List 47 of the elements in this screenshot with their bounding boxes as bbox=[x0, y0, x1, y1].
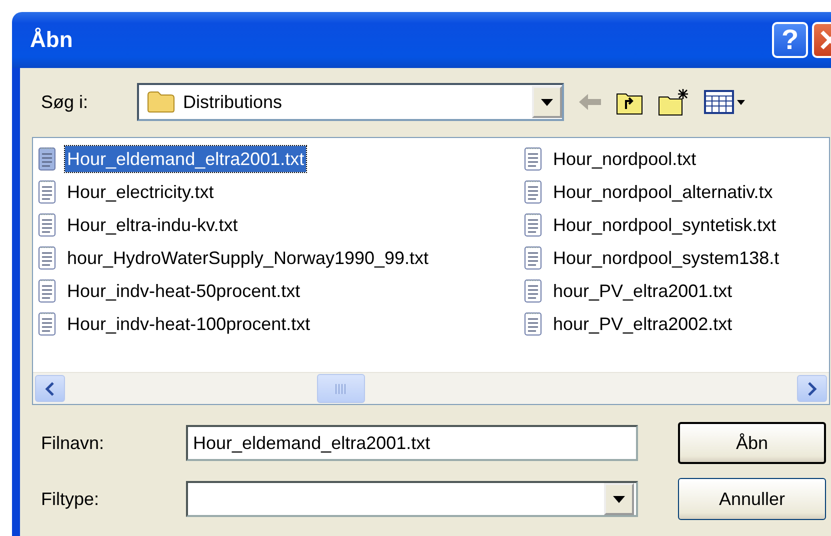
file-item[interactable]: Hour_nordpool.txt bbox=[551, 146, 698, 172]
text-file-icon bbox=[524, 180, 542, 204]
text-file-icon bbox=[38, 246, 56, 270]
window-title: Åbn bbox=[30, 27, 74, 53]
caret-icon bbox=[613, 496, 625, 502]
file-item[interactable]: hour_HydroWaterSupply_Norway1990_99.txt bbox=[65, 245, 431, 271]
file-type-label: Filtype: bbox=[40, 488, 100, 510]
scroll-thumb[interactable] bbox=[317, 374, 365, 403]
text-file-icon bbox=[38, 279, 56, 303]
caret-icon bbox=[541, 98, 553, 106]
file-item[interactable]: Hour_indv-heat-100procent.txt bbox=[65, 311, 312, 337]
file-name-label: Filnavn: bbox=[40, 432, 106, 454]
file-item[interactable]: hour_PV_eltra2002.txt bbox=[551, 311, 734, 337]
cancel-button[interactable]: Annuller bbox=[678, 478, 826, 520]
scroll-right-button[interactable] bbox=[797, 375, 827, 402]
file-item[interactable]: Hour_nordpool_system138.t bbox=[551, 245, 782, 271]
text-file-icon bbox=[524, 246, 542, 270]
grip-icon bbox=[335, 384, 347, 394]
file-type-dropdown[interactable] bbox=[186, 481, 638, 517]
text-file-icon bbox=[38, 213, 56, 237]
folder-icon bbox=[147, 91, 175, 113]
text-file-icon bbox=[524, 147, 542, 171]
text-file-icon bbox=[524, 213, 542, 237]
help-button[interactable]: ? bbox=[772, 22, 808, 58]
dropdown-button[interactable] bbox=[604, 483, 634, 515]
dropdown-button[interactable] bbox=[532, 86, 562, 118]
text-file-icon bbox=[524, 279, 542, 303]
file-item[interactable]: Hour_eltra-indu-kv.txt bbox=[65, 212, 240, 238]
file-item[interactable]: Hour_nordpool_alternativ.tx bbox=[551, 179, 775, 205]
open-button[interactable]: Åbn bbox=[678, 422, 826, 464]
look-in-value: Distributions bbox=[183, 92, 284, 112]
file-item[interactable]: Hour_nordpool_syntetisk.txt bbox=[551, 212, 778, 238]
new-folder-icon[interactable] bbox=[658, 88, 690, 116]
horizontal-scrollbar[interactable] bbox=[33, 372, 829, 404]
file-item[interactable]: hour_PV_eltra2001.txt bbox=[551, 278, 734, 304]
scroll-left-button[interactable] bbox=[35, 375, 65, 402]
text-file-icon bbox=[38, 180, 56, 204]
text-file-icon bbox=[38, 312, 56, 336]
file-item[interactable]: Hour_eldemand_eltra2001.txt bbox=[65, 146, 306, 172]
file-name-field[interactable]: Hour_eldemand_eltra2001.txt bbox=[186, 425, 638, 461]
text-file-icon bbox=[524, 312, 542, 336]
view-menu-icon[interactable] bbox=[704, 90, 746, 114]
look-in-label: Søg i: bbox=[40, 92, 90, 112]
text-file-icon bbox=[38, 147, 56, 171]
file-item[interactable]: Hour_indv-heat-50procent.txt bbox=[65, 278, 302, 304]
look-in-dropdown[interactable]: Distributions bbox=[137, 83, 564, 121]
file-item[interactable]: Hour_electricity.txt bbox=[65, 179, 216, 205]
